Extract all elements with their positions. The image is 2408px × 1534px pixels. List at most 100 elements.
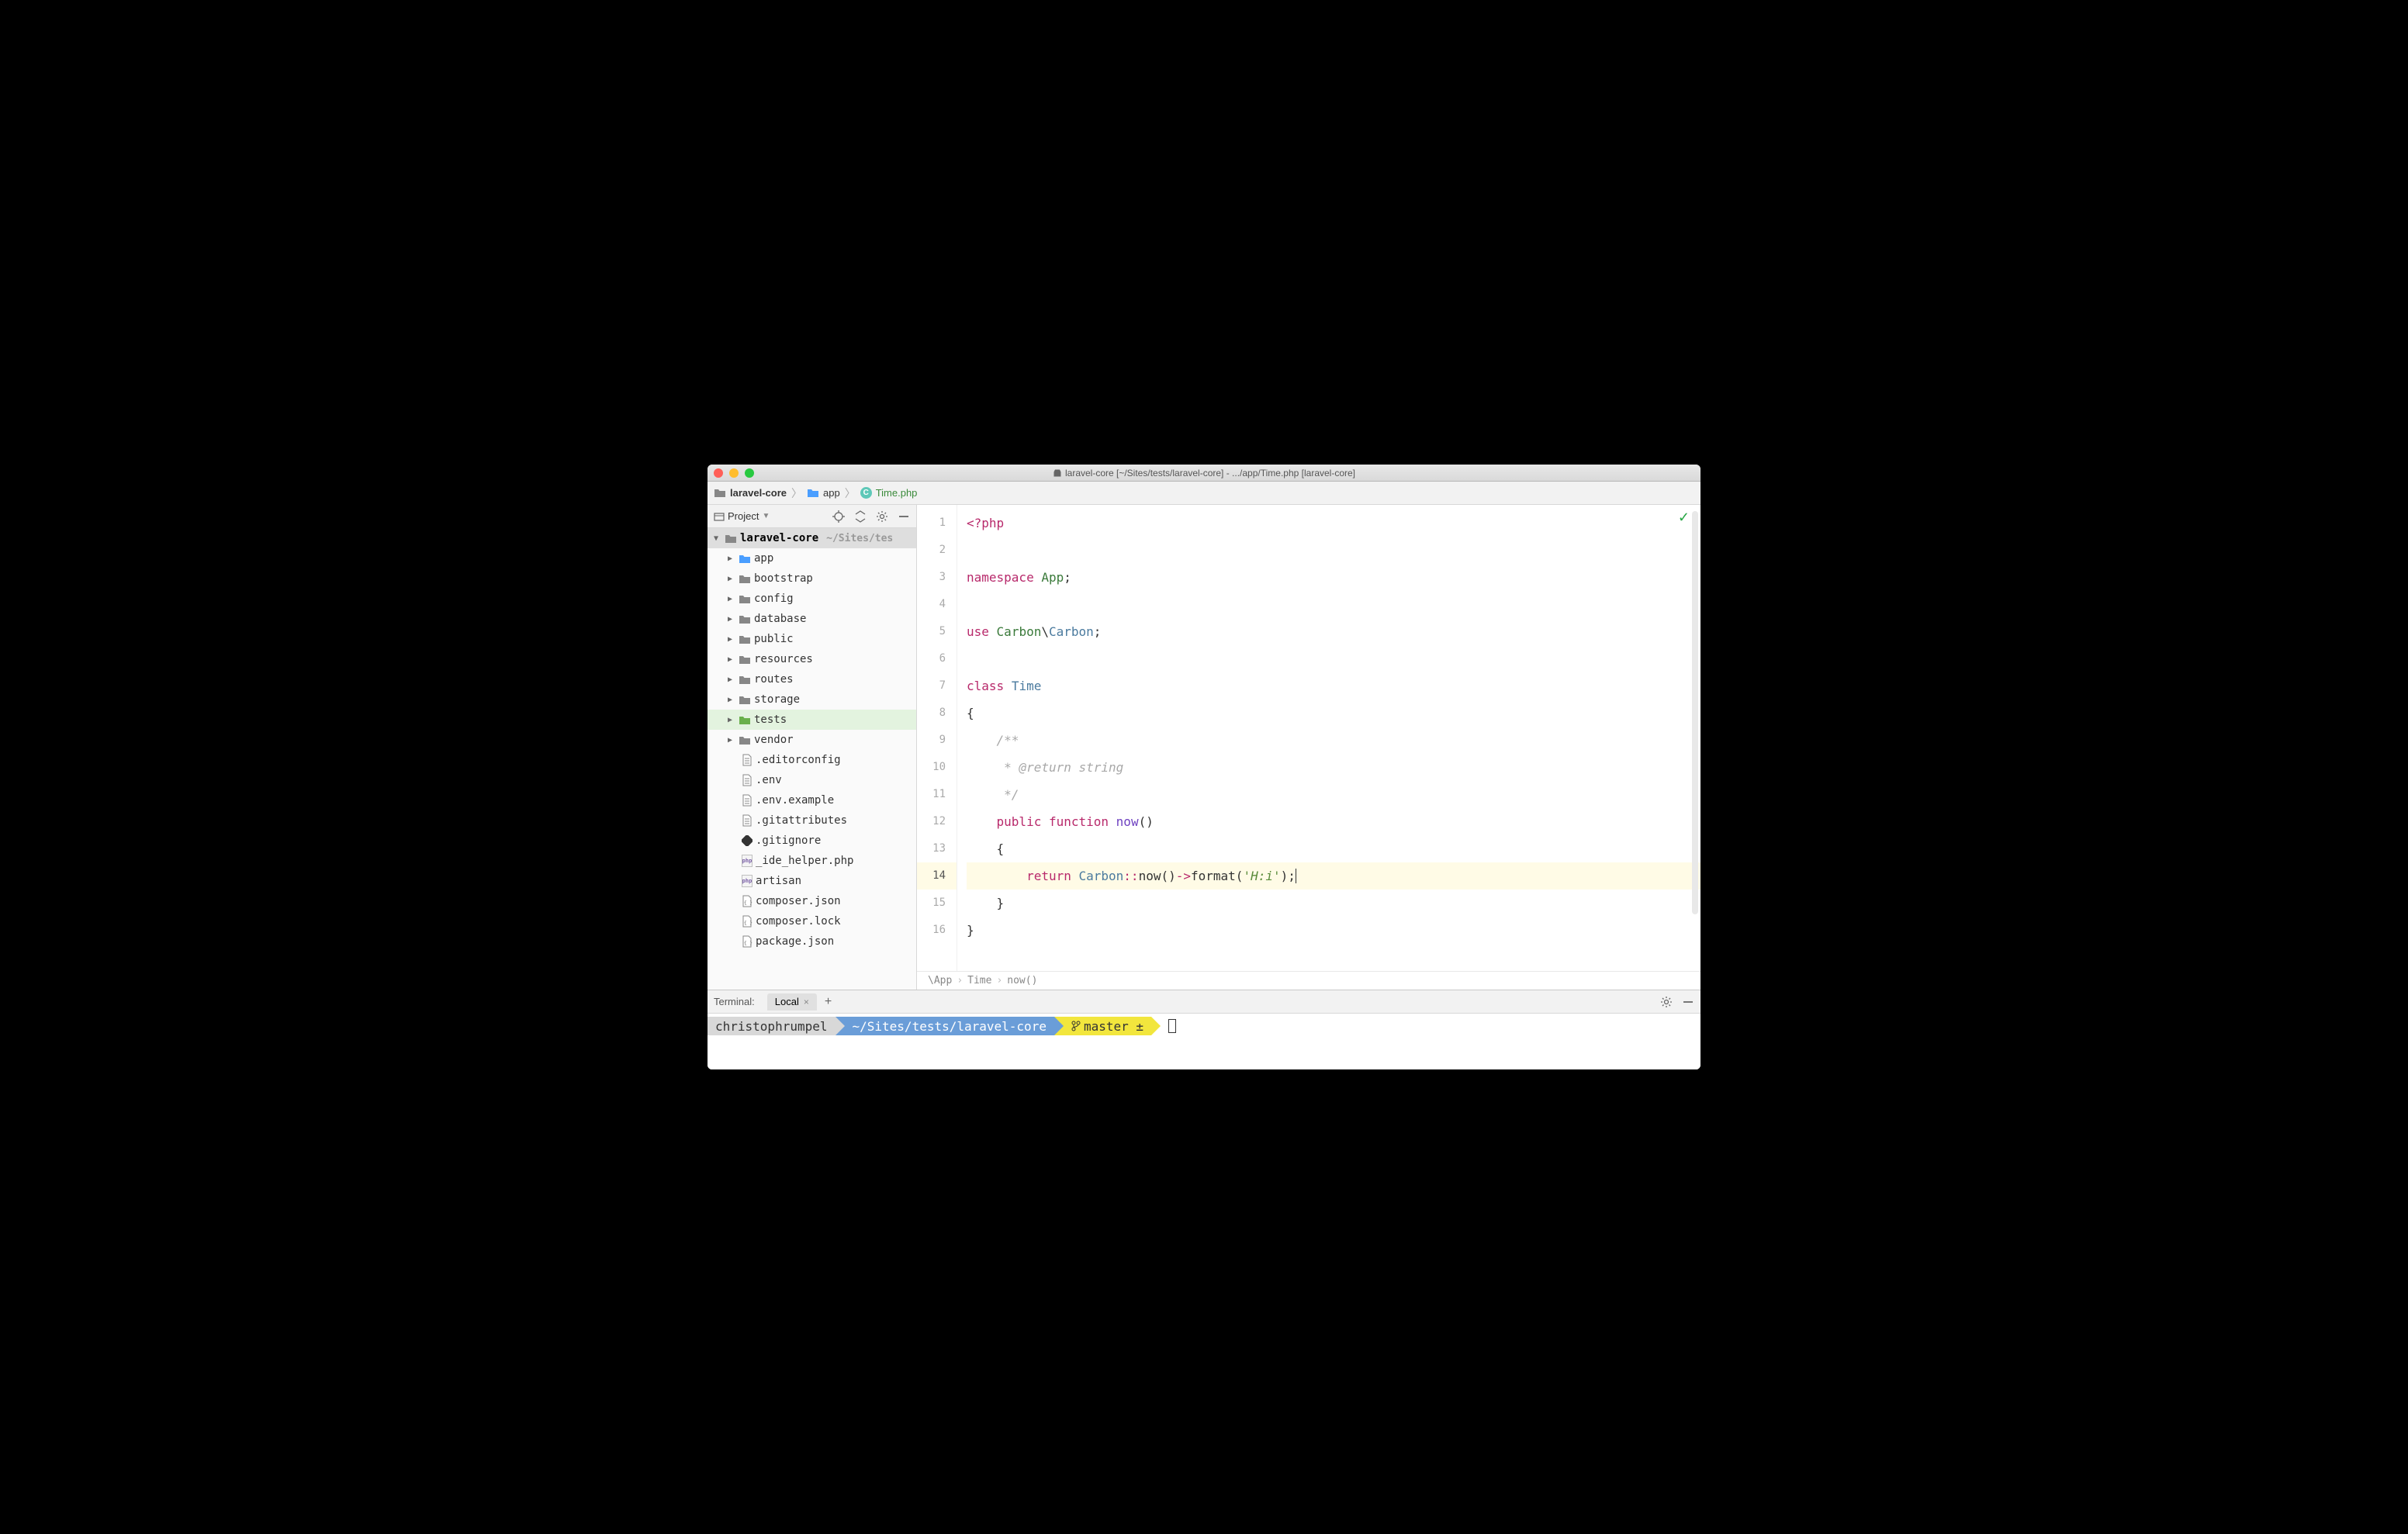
- titlebar: laravel-core [~/Sites/tests/laravel-core…: [708, 465, 1700, 482]
- chevron-down-icon[interactable]: ▼: [714, 534, 721, 543]
- tree-file[interactable]: { } composer.lock: [708, 911, 916, 931]
- terminal-body[interactable]: christophrumpel ~/Sites/tests/laravel-co…: [708, 1014, 1700, 1069]
- chevron-right-icon[interactable]: ▶: [728, 655, 735, 664]
- folder-icon: [739, 675, 751, 685]
- tree-folder-public[interactable]: ▶ public: [708, 629, 916, 649]
- json-file-icon: { }: [742, 935, 752, 948]
- tree-folder-storage[interactable]: ▶ storage: [708, 689, 916, 710]
- gitignore-icon: [742, 834, 752, 847]
- chevron-right-icon[interactable]: ▶: [728, 615, 735, 624]
- code-content[interactable]: <?php namespace App; use Carbon\Carbon; …: [957, 505, 1700, 971]
- tree-folder-resources[interactable]: ▶ resources: [708, 649, 916, 669]
- terminal-cursor: [1168, 1019, 1176, 1033]
- code-breadcrumb[interactable]: \App › Time › now(): [917, 971, 1700, 990]
- chevron-right-icon[interactable]: ▶: [728, 675, 735, 684]
- chevron-right-icon[interactable]: ▶: [728, 716, 735, 724]
- chevron-right-icon[interactable]: ▶: [728, 555, 735, 563]
- project-selector[interactable]: Project ▼: [714, 510, 770, 522]
- minimize-panel-icon[interactable]: [898, 510, 910, 523]
- chevron-right-icon[interactable]: ▶: [728, 595, 735, 603]
- folder-icon: [739, 614, 751, 624]
- tree-folder-tests[interactable]: ▶ tests: [708, 710, 916, 730]
- traffic-lights: [714, 468, 754, 478]
- tree-file[interactable]: .env: [708, 770, 916, 790]
- tree-file[interactable]: php _ide_helper.php: [708, 851, 916, 871]
- folder-icon: [739, 715, 751, 725]
- file-icon: [742, 774, 752, 786]
- tree-folder-routes[interactable]: ▶ routes: [708, 669, 916, 689]
- window-title: laravel-core [~/Sites/tests/laravel-core…: [1053, 468, 1355, 479]
- code-editor[interactable]: 1 2 3 4 5 6 7 8 9 10 11 12 13 14 15 16: [917, 505, 1700, 971]
- tree-file[interactable]: .env.example: [708, 790, 916, 810]
- tree-folder-bootstrap[interactable]: ▶ bootstrap: [708, 568, 916, 589]
- folder-icon: [739, 695, 751, 705]
- editor-area: 1 2 3 4 5 6 7 8 9 10 11 12 13 14 15 16: [917, 505, 1700, 990]
- locate-icon[interactable]: [832, 510, 845, 523]
- folder-icon: [739, 554, 751, 564]
- php-file-icon: php: [742, 855, 752, 867]
- scrollbar[interactable]: [1692, 511, 1698, 914]
- tree-file[interactable]: .gitattributes: [708, 810, 916, 831]
- tree-folder-app[interactable]: ▶ app: [708, 548, 916, 568]
- tree-folder-database[interactable]: ▶ database: [708, 609, 916, 629]
- expand-collapse-icon[interactable]: [854, 510, 867, 523]
- folder-icon: [739, 655, 751, 665]
- tree-file[interactable]: .editorconfig: [708, 750, 916, 770]
- terminal-tab-local[interactable]: Local ×: [767, 993, 817, 1011]
- terminal-label: Terminal:: [714, 996, 755, 1007]
- terminal-tabs: Terminal: Local × +: [708, 990, 1700, 1014]
- json-file-icon: { }: [742, 895, 752, 907]
- file-icon: [742, 794, 752, 807]
- chevron-right-icon[interactable]: ▶: [728, 575, 735, 583]
- sidebar-header: Project ▼: [708, 505, 916, 528]
- folder-icon: [739, 574, 751, 584]
- gear-icon[interactable]: [1660, 996, 1673, 1008]
- folder-icon: [739, 735, 751, 745]
- navigation-breadcrumb: laravel-core 〉 app 〉 C Time.php: [708, 482, 1700, 505]
- line-gutter: 1 2 3 4 5 6 7 8 9 10 11 12 13 14 15 16: [917, 505, 957, 971]
- chevron-down-icon: ▼: [762, 512, 770, 520]
- minimize-panel-icon[interactable]: [1682, 996, 1694, 1008]
- add-terminal-button[interactable]: +: [825, 995, 832, 1009]
- folder-icon: [807, 488, 819, 498]
- tree-root[interactable]: ▼ laravel-core ~/Sites/tes: [708, 528, 916, 548]
- maximize-button[interactable]: [745, 468, 754, 478]
- main-area: Project ▼ ▼ laravel-core ~/Sites/tes: [708, 505, 1700, 990]
- git-branch-icon: [1071, 1021, 1081, 1031]
- close-tab-icon[interactable]: ×: [804, 997, 809, 1007]
- project-tree[interactable]: ▼ laravel-core ~/Sites/tes ▶ app ▶ boots…: [708, 528, 916, 990]
- folder-icon: [714, 488, 726, 498]
- tree-file[interactable]: .gitignore: [708, 831, 916, 851]
- tree-file[interactable]: php artisan: [708, 871, 916, 891]
- gear-icon[interactable]: [876, 510, 888, 523]
- inspection-ok-icon[interactable]: ✓: [1678, 510, 1690, 526]
- svg-text:{ }: { }: [744, 900, 752, 906]
- breadcrumb-project[interactable]: laravel-core: [714, 487, 787, 499]
- prompt-separator-icon: [1054, 1017, 1064, 1035]
- tree-file[interactable]: { } package.json: [708, 931, 916, 952]
- folder-icon: [739, 594, 751, 604]
- project-icon: [714, 511, 725, 522]
- breadcrumb-file[interactable]: C Time.php: [860, 487, 918, 499]
- tree-folder-config[interactable]: ▶ config: [708, 589, 916, 609]
- prompt-branch: master ±: [1064, 1017, 1151, 1035]
- chevron-right-icon[interactable]: ▶: [728, 736, 735, 745]
- file-icon: [742, 814, 752, 827]
- folder-icon: [725, 534, 737, 544]
- php-file-icon: php: [742, 875, 752, 887]
- chevron-right-icon[interactable]: ▶: [728, 635, 735, 644]
- project-sidebar: Project ▼ ▼ laravel-core ~/Sites/tes: [708, 505, 917, 990]
- svg-text:{ }: { }: [744, 921, 752, 926]
- breadcrumb-folder-app[interactable]: app: [807, 487, 840, 499]
- prompt-separator-icon: [1151, 1017, 1161, 1035]
- chevron-right-icon: 〉: [791, 485, 802, 501]
- terminal-panel: Terminal: Local × + christophrumpel ~/Si…: [708, 990, 1700, 1069]
- tree-folder-vendor[interactable]: ▶ vendor: [708, 730, 916, 750]
- ide-window: laravel-core [~/Sites/tests/laravel-core…: [708, 465, 1700, 1069]
- close-button[interactable]: [714, 468, 723, 478]
- tree-file[interactable]: { } composer.json: [708, 891, 916, 911]
- chevron-right-icon: 〉: [845, 485, 856, 501]
- chevron-right-icon[interactable]: ▶: [728, 696, 735, 704]
- minimize-button[interactable]: [729, 468, 739, 478]
- svg-text:{ }: { }: [744, 941, 752, 946]
